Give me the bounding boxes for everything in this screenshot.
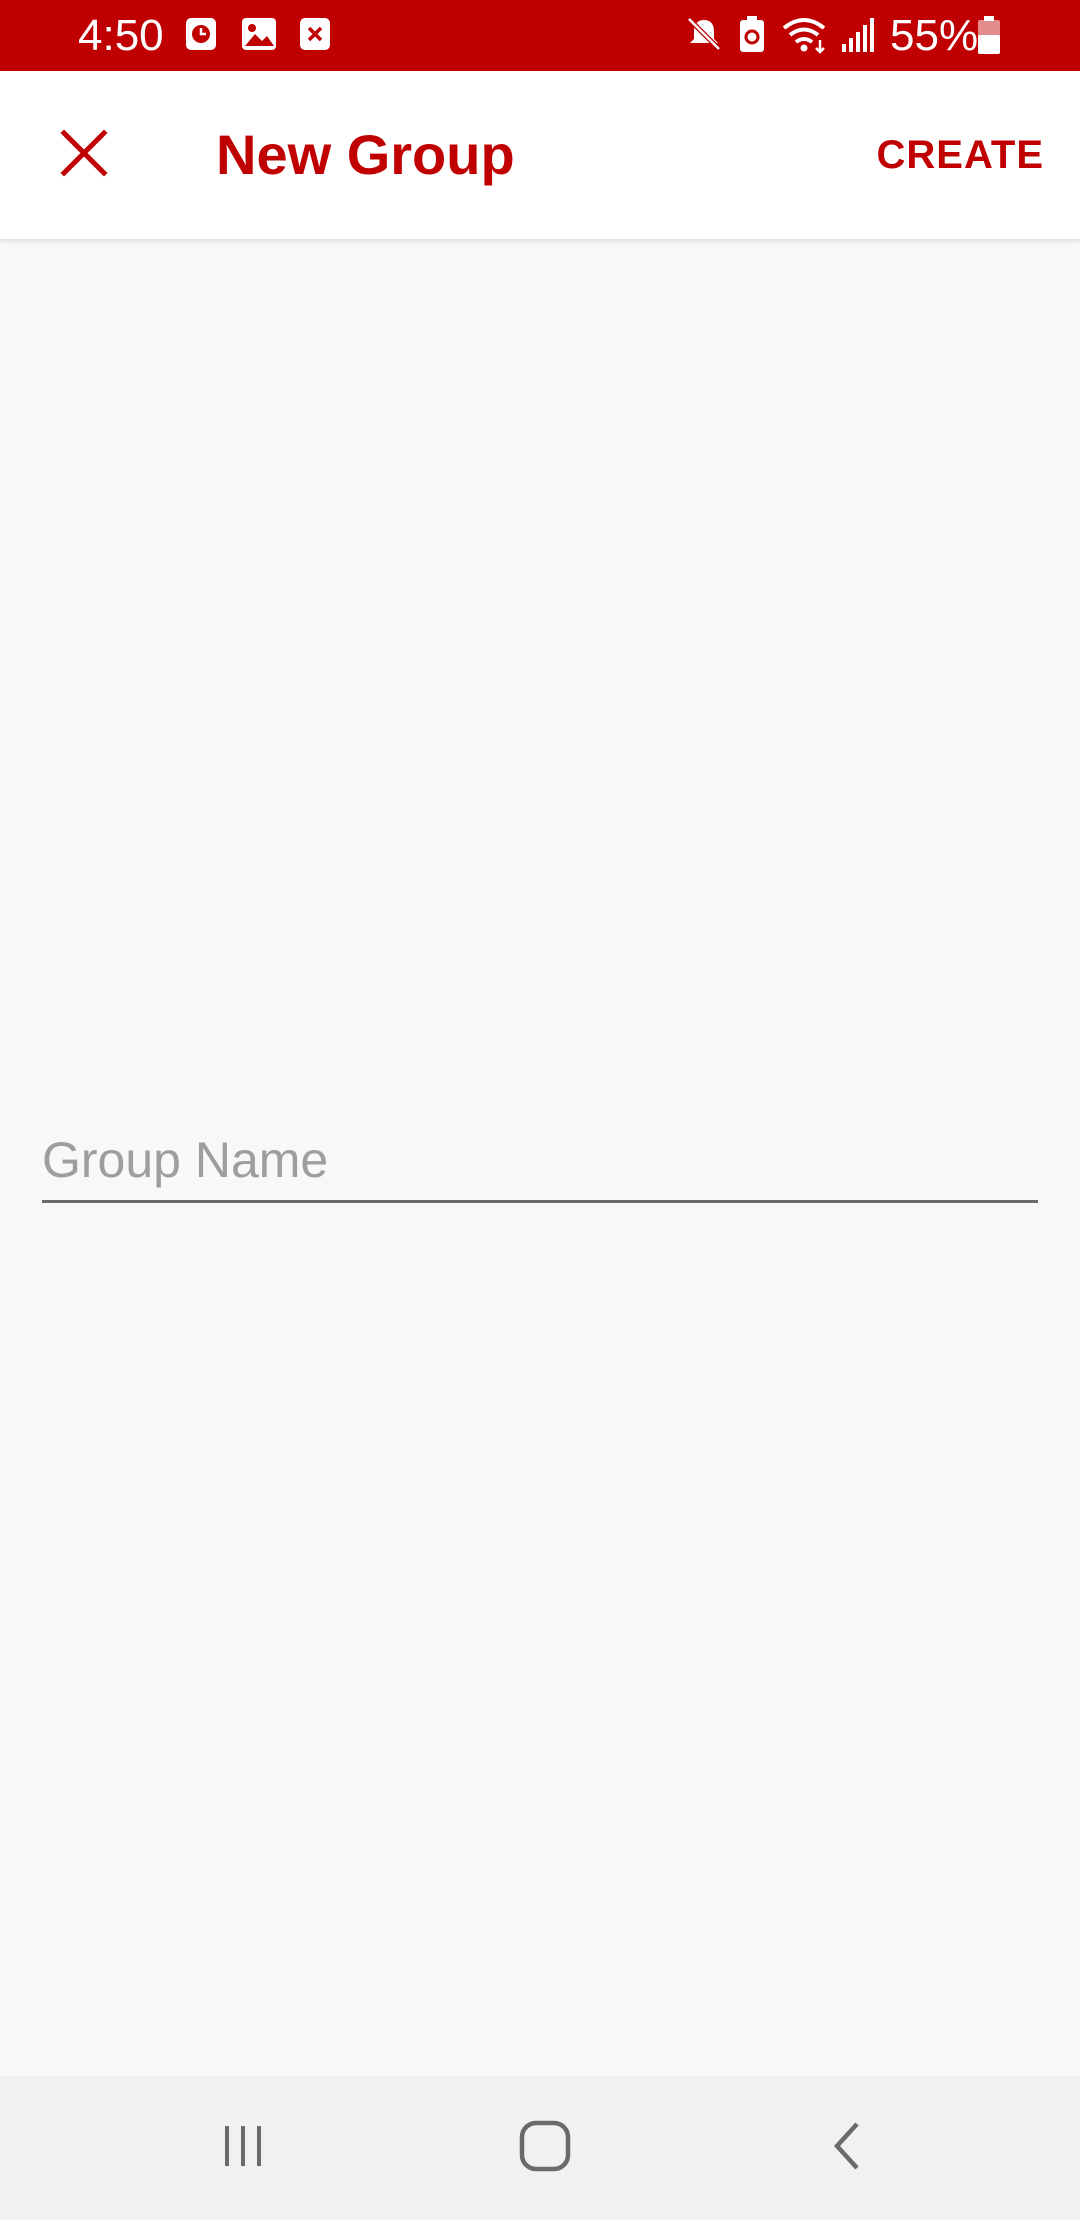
create-button[interactable]: CREATE: [877, 127, 1044, 183]
battery-icon: [976, 14, 1002, 61]
close-button[interactable]: [40, 111, 128, 199]
status-time: 4:50: [78, 11, 164, 60]
image-notification-icon: [240, 14, 278, 59]
mute-icon: [684, 14, 724, 59]
home-icon: [519, 2120, 571, 2177]
signal-icon: [840, 14, 876, 59]
recent-apps-button[interactable]: [193, 2098, 293, 2198]
group-name-field[interactable]: [42, 1120, 1038, 1203]
group-name-input[interactable]: [42, 1120, 1038, 1200]
clock-notification-icon: [184, 14, 218, 59]
back-button[interactable]: [797, 2098, 897, 2198]
close-notification-icon: [298, 14, 332, 59]
recent-apps-icon: [219, 2122, 267, 2175]
battery-saver-icon: [738, 14, 766, 59]
home-button[interactable]: [495, 2098, 595, 2198]
back-icon: [827, 2120, 867, 2177]
close-icon: [60, 128, 108, 182]
page-title: New Group: [216, 123, 515, 186]
navigation-bar: [0, 2076, 1080, 2220]
battery-percent: 55%: [890, 11, 979, 60]
status-bar: 4:50 55%: [0, 0, 1080, 71]
app-bar: New Group CREATE: [0, 71, 1080, 239]
wifi-icon: [780, 14, 832, 61]
